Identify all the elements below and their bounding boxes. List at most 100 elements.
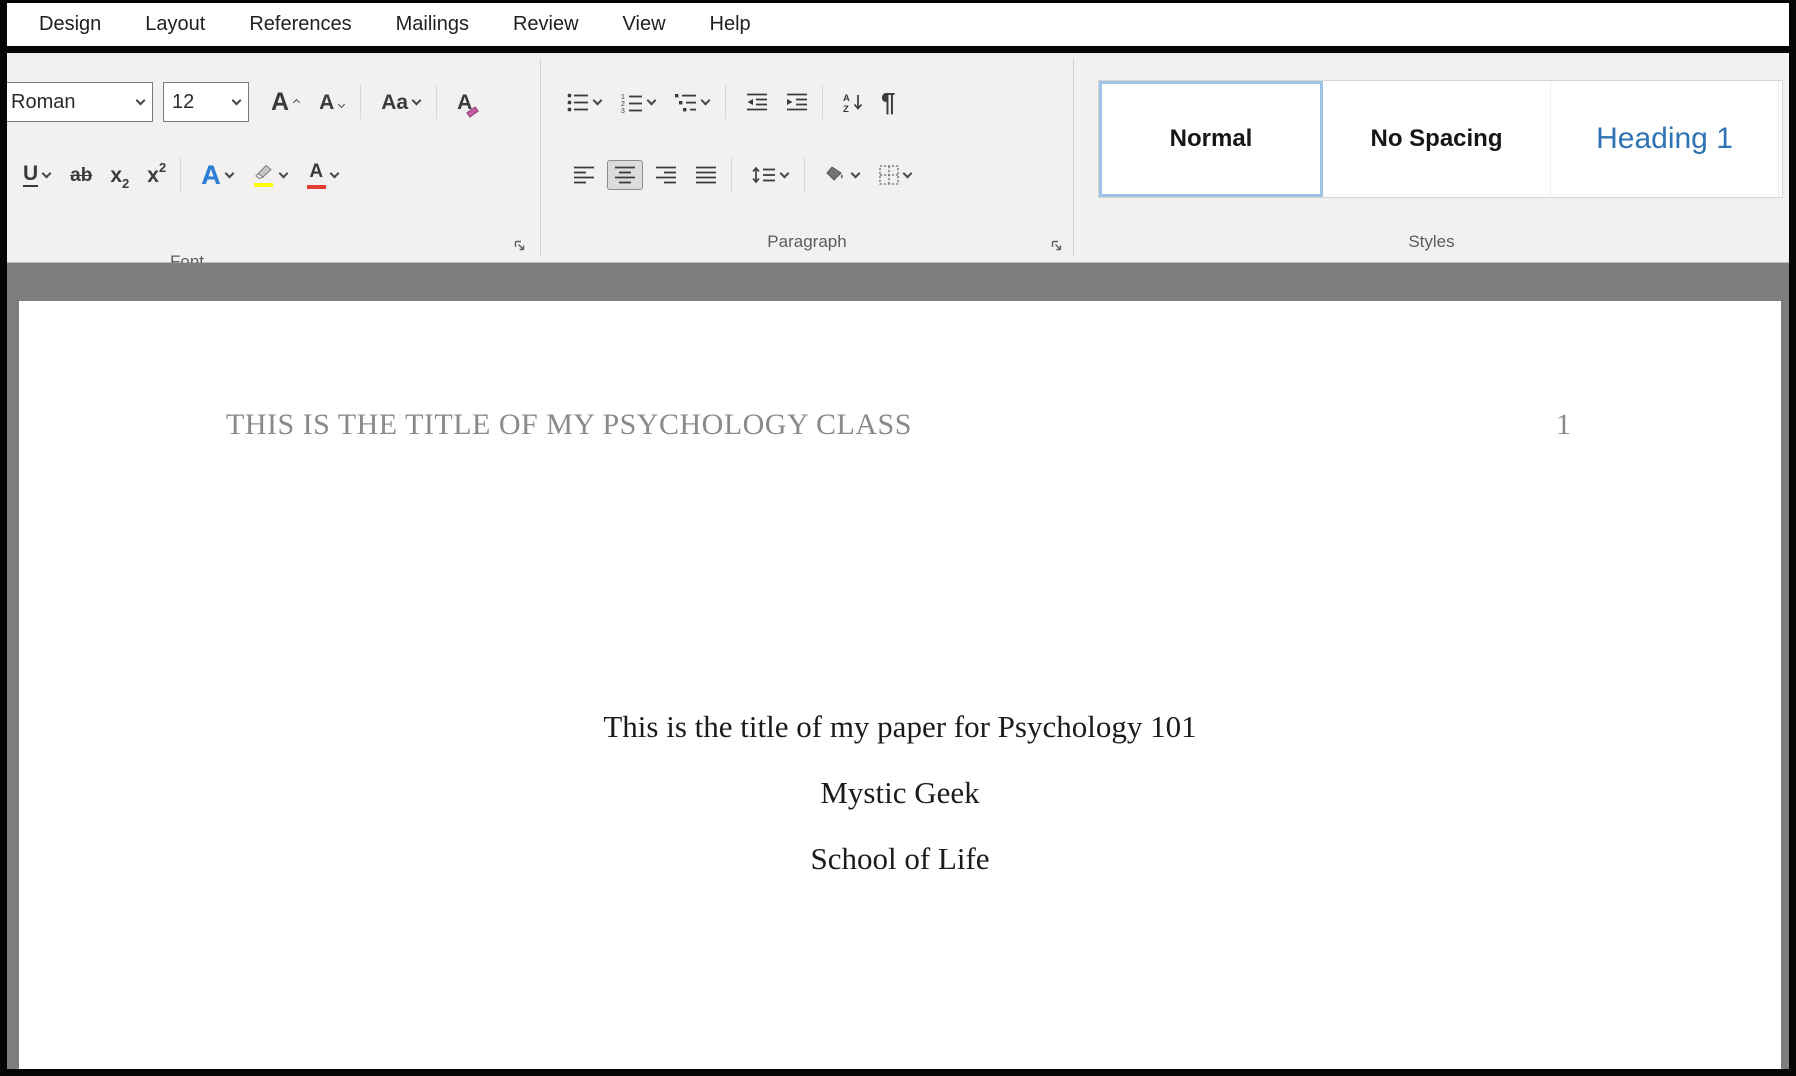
word-window: Design Layout References Mailings Review… (0, 0, 1796, 1076)
svg-text:2: 2 (621, 101, 625, 108)
menu-tab-mailings[interactable]: Mailings (374, 13, 491, 36)
subscript-button[interactable]: x2 (104, 161, 135, 190)
running-head: THIS IS THE TITLE OF MY PSYCHOLOGY CLASS (226, 407, 912, 443)
grow-font-letter: A (271, 90, 289, 115)
shading-icon (825, 165, 847, 185)
shrink-font-letter: A (319, 92, 334, 113)
font-color-icon: A (307, 162, 326, 189)
menu-tab-references[interactable]: References (227, 13, 373, 36)
text-effects-icon: A (201, 160, 221, 191)
button-divider (731, 158, 732, 192)
font-color-button[interactable]: A (301, 158, 346, 193)
line-spacing-icon (752, 165, 776, 185)
chevron-down-icon[interactable] (136, 95, 146, 105)
subscript-base: x (110, 165, 122, 186)
shrink-font-button[interactable]: A (313, 88, 352, 117)
bullets-icon (567, 92, 589, 112)
document-text-line[interactable]: This is the title of my paper for Psycho… (19, 694, 1781, 760)
chevron-down-icon[interactable] (647, 95, 657, 105)
change-case-button[interactable]: Aa (375, 88, 428, 117)
paragraph-dialog-launcher[interactable] (1050, 239, 1063, 252)
paragraph-group-label: Paragraph (767, 232, 846, 251)
numbering-icon: 1 2 3 (621, 92, 643, 113)
increase-indent-icon (786, 92, 808, 112)
svg-text:A: A (843, 93, 850, 104)
document-text-line[interactable]: Mystic Geek (19, 760, 1781, 826)
justify-icon (695, 165, 717, 185)
chevron-down-icon[interactable] (903, 168, 913, 178)
menu-tab-layout[interactable]: Layout (123, 13, 227, 36)
chevron-down-icon[interactable] (412, 95, 422, 105)
chevron-down-icon[interactable] (593, 95, 603, 105)
chevron-down-icon[interactable] (232, 95, 242, 105)
style-name: Normal (1170, 125, 1253, 153)
sort-button[interactable]: A Z (837, 88, 869, 117)
justify-button[interactable] (689, 161, 723, 189)
menu-tab-view[interactable]: View (601, 13, 688, 36)
show-formatting-marks-button[interactable]: ¶ (875, 83, 901, 122)
page-header: THIS IS THE TITLE OF MY PSYCHOLOGY CLASS… (226, 407, 1571, 443)
svg-text:1: 1 (621, 94, 625, 101)
chevron-down-icon[interactable] (701, 95, 711, 105)
decrease-indent-icon (746, 92, 768, 112)
button-divider (725, 85, 726, 119)
clear-formatting-button[interactable]: A (451, 88, 478, 117)
document-body: This is the title of my paper for Psycho… (19, 694, 1781, 892)
chevron-down-icon[interactable] (780, 168, 790, 178)
caret-up-icon (293, 98, 300, 105)
menu-separator (7, 46, 1789, 53)
font-name-value: Roman (11, 91, 75, 114)
styles-group-label: Styles (1408, 232, 1454, 251)
chevron-down-icon[interactable] (851, 168, 861, 178)
underline-letter: U (23, 163, 38, 187)
strikethrough-button[interactable]: ab (64, 162, 98, 189)
numbering-button[interactable]: 1 2 3 (615, 88, 663, 117)
change-case-label: Aa (381, 92, 408, 113)
align-right-button[interactable] (649, 161, 683, 189)
font-size-value: 12 (172, 91, 194, 114)
ribbon: Roman 12 A A Aa (7, 53, 1789, 263)
align-left-icon (573, 165, 595, 185)
menu-bar: Design Layout References Mailings Review… (7, 3, 1789, 46)
styles-group: Normal No Spacing Heading 1 Styles (1074, 53, 1789, 262)
multilevel-list-icon (675, 92, 697, 112)
font-size-select[interactable]: 12 (163, 82, 249, 122)
menu-tab-design[interactable]: Design (17, 13, 123, 36)
button-divider (822, 85, 823, 119)
menu-tab-help[interactable]: Help (688, 13, 773, 36)
bullets-button[interactable] (561, 88, 609, 116)
chevron-down-icon[interactable] (42, 168, 52, 178)
line-spacing-button[interactable] (746, 161, 796, 189)
svg-text:3: 3 (621, 108, 625, 113)
multilevel-list-button[interactable] (669, 88, 717, 116)
shading-button[interactable] (819, 161, 867, 189)
highlighter-icon (253, 164, 275, 187)
text-effects-button[interactable]: A (195, 156, 241, 195)
page-number: 1 (1556, 407, 1571, 443)
style-no-spacing[interactable]: No Spacing (1323, 81, 1551, 197)
font-name-select[interactable]: Roman (7, 82, 153, 122)
chevron-down-icon[interactable] (278, 168, 288, 178)
align-center-icon (614, 165, 636, 185)
document-page[interactable]: THIS IS THE TITLE OF MY PSYCHOLOGY CLASS… (19, 301, 1781, 1069)
superscript-button[interactable]: x2 (141, 161, 172, 190)
strikethrough-label: ab (70, 166, 92, 185)
document-text-line[interactable]: School of Life (19, 826, 1781, 892)
paragraph-group: 1 2 3 (541, 53, 1073, 262)
underline-button[interactable]: U (17, 159, 58, 191)
align-left-button[interactable] (567, 161, 601, 189)
chevron-down-icon[interactable] (329, 168, 339, 178)
decrease-indent-button[interactable] (740, 88, 774, 116)
menu-tab-review[interactable]: Review (491, 13, 601, 36)
increase-indent-button[interactable] (780, 88, 814, 116)
align-center-button[interactable] (607, 160, 643, 190)
grow-font-button[interactable]: A (265, 86, 307, 119)
text-highlight-button[interactable] (247, 160, 295, 191)
style-heading-1[interactable]: Heading 1 (1551, 81, 1779, 197)
style-normal[interactable]: Normal (1099, 81, 1323, 197)
button-divider (436, 85, 437, 119)
align-right-icon (655, 165, 677, 185)
borders-button[interactable] (873, 161, 919, 189)
font-dialog-launcher[interactable] (513, 239, 526, 252)
chevron-down-icon[interactable] (224, 168, 234, 178)
